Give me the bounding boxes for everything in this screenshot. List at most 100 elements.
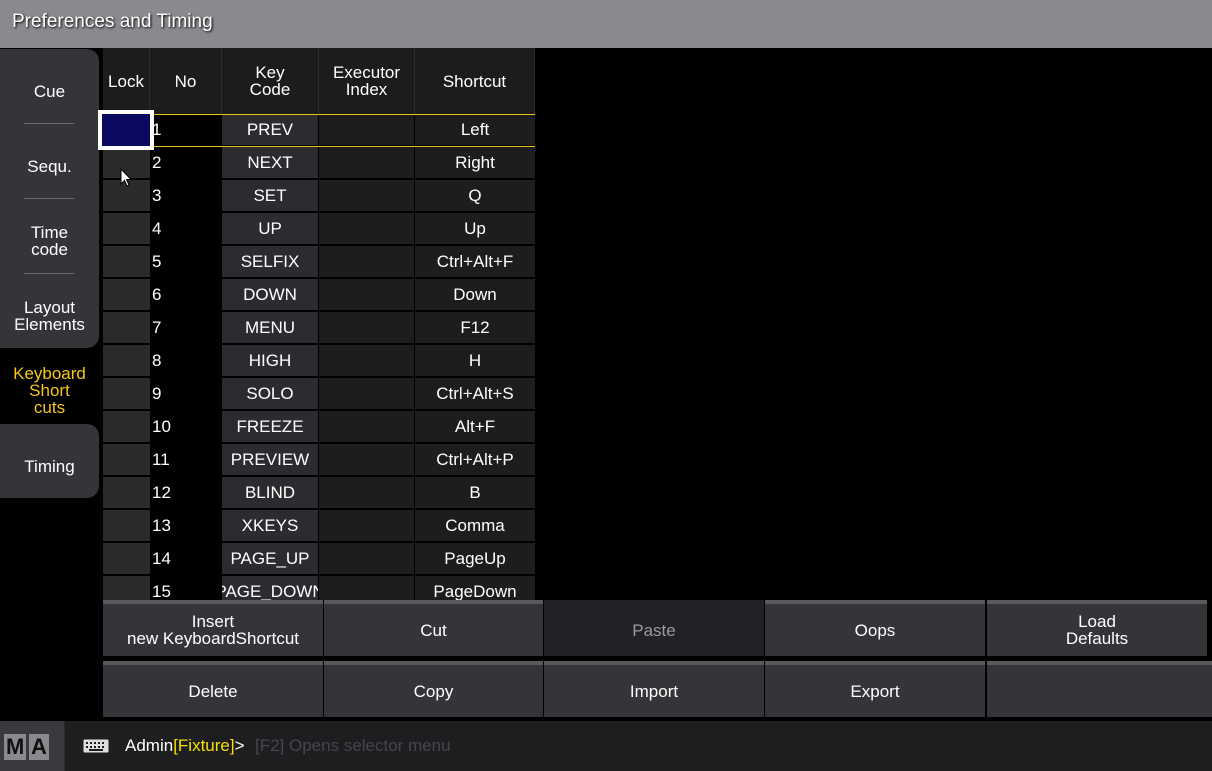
table-row[interactable]: 13 XKEYS Comma: [103, 510, 535, 543]
shortcut-cell[interactable]: Ctrl+Alt+F: [415, 246, 535, 278]
shortcut-cell[interactable]: Right: [415, 147, 535, 179]
shortcut-cell[interactable]: F12: [415, 312, 535, 344]
key-code-cell[interactable]: SELFIX: [222, 246, 318, 278]
sidebar-item-keyboard-shortcuts[interactable]: Keyboard Short cuts: [0, 360, 99, 420]
lock-cell[interactable]: [103, 576, 150, 600]
executor-index-cell[interactable]: [319, 444, 414, 476]
no-cell[interactable]: 12: [150, 477, 222, 509]
shortcut-cell[interactable]: Ctrl+Alt+P: [415, 444, 535, 476]
shortcut-cell[interactable]: Ctrl+Alt+S: [415, 378, 535, 410]
no-cell[interactable]: 7: [150, 312, 222, 344]
no-cell[interactable]: 13: [150, 510, 222, 542]
shortcut-cell[interactable]: B: [415, 477, 535, 509]
executor-index-cell[interactable]: [319, 576, 414, 600]
key-code-cell[interactable]: PREVIEW: [222, 444, 318, 476]
column-header-lock[interactable]: Lock: [103, 48, 150, 114]
insert-shortcut-button[interactable]: Insert new KeyboardShortcut: [103, 600, 323, 656]
command-input[interactable]: Admin[Fixture]> [F2] Opens selector menu: [65, 721, 1212, 771]
no-cell[interactable]: 5: [150, 246, 222, 278]
shortcut-cell[interactable]: Alt+F: [415, 411, 535, 443]
shortcut-cell[interactable]: PageUp: [415, 543, 535, 575]
sidebar-item-cue[interactable]: Cue: [0, 66, 99, 116]
executor-index-cell[interactable]: [319, 510, 414, 542]
lock-cell[interactable]: [103, 411, 150, 443]
column-header-key-code[interactable]: Key Code: [222, 48, 319, 114]
sidebar-item-layout-elements[interactable]: Layout Elements: [0, 291, 99, 341]
paste-button[interactable]: Paste: [544, 600, 764, 656]
lock-cell[interactable]: [103, 378, 150, 410]
executor-index-cell[interactable]: [319, 378, 414, 410]
table-row[interactable]: 6 DOWN Down: [103, 279, 535, 312]
table-row[interactable]: 10 FREEZE Alt+F: [103, 411, 535, 444]
shortcut-cell[interactable]: Q: [415, 180, 535, 212]
lock-cell-focus[interactable]: [98, 110, 154, 150]
no-cell[interactable]: 1: [150, 114, 222, 146]
table-row[interactable]: 5 SELFIX Ctrl+Alt+F: [103, 246, 535, 279]
no-cell[interactable]: 15: [150, 576, 222, 600]
no-cell[interactable]: 6: [150, 279, 222, 311]
table-row[interactable]: 4 UP Up: [103, 213, 535, 246]
executor-index-cell[interactable]: [319, 213, 414, 245]
no-cell[interactable]: 14: [150, 543, 222, 575]
lock-cell[interactable]: [103, 279, 150, 311]
shortcut-cell[interactable]: Up: [415, 213, 535, 245]
oops-button[interactable]: Oops: [765, 600, 985, 656]
shortcut-cell[interactable]: PageDown: [415, 576, 535, 600]
no-cell[interactable]: 3: [150, 180, 222, 212]
executor-index-cell[interactable]: [319, 345, 414, 377]
table-row[interactable]: 11 PREVIEW Ctrl+Alt+P: [103, 444, 535, 477]
key-code-cell[interactable]: NEXT: [222, 147, 318, 179]
executor-index-cell[interactable]: [319, 279, 414, 311]
load-defaults-button[interactable]: Load Defaults: [987, 600, 1207, 656]
shortcut-cell[interactable]: Comma: [415, 510, 535, 542]
key-code-cell[interactable]: MENU: [222, 312, 318, 344]
lock-cell[interactable]: [103, 213, 150, 245]
sidebar-item-sequ[interactable]: Sequ.: [0, 141, 99, 191]
sidebar-item-timecode[interactable]: Time code: [0, 216, 99, 266]
lock-cell[interactable]: [103, 312, 150, 344]
key-code-cell[interactable]: PAGE_UP: [222, 543, 318, 575]
key-code-cell[interactable]: FREEZE: [222, 411, 318, 443]
no-cell[interactable]: 4: [150, 213, 222, 245]
key-code-cell[interactable]: SET: [222, 180, 318, 212]
lock-cell[interactable]: [103, 345, 150, 377]
no-cell[interactable]: 2: [150, 147, 222, 179]
key-code-cell[interactable]: PREV: [222, 114, 318, 146]
executor-index-cell[interactable]: [319, 147, 414, 179]
key-code-cell[interactable]: PAGE_DOWN: [222, 576, 318, 600]
lock-cell[interactable]: [103, 477, 150, 509]
delete-button[interactable]: Delete: [103, 661, 323, 717]
table-row[interactable]: 8 HIGH H: [103, 345, 535, 378]
table-row[interactable]: 9 SOLO Ctrl+Alt+S: [103, 378, 535, 411]
shortcut-cell[interactable]: H: [415, 345, 535, 377]
no-cell[interactable]: 11: [150, 444, 222, 476]
shortcut-cell[interactable]: Left: [415, 114, 535, 146]
lock-cell[interactable]: [103, 543, 150, 575]
table-row[interactable]: 1 PREV Left: [103, 114, 535, 147]
key-code-cell[interactable]: UP: [222, 213, 318, 245]
column-header-no[interactable]: No: [150, 48, 222, 114]
key-code-cell[interactable]: XKEYS: [222, 510, 318, 542]
lock-cell[interactable]: [103, 444, 150, 476]
executor-index-cell[interactable]: [319, 114, 414, 146]
executor-index-cell[interactable]: [319, 477, 414, 509]
column-header-executor-index[interactable]: Executor Index: [319, 48, 415, 114]
shortcut-cell[interactable]: Down: [415, 279, 535, 311]
lock-cell[interactable]: [103, 510, 150, 542]
key-code-cell[interactable]: HIGH: [222, 345, 318, 377]
key-code-cell[interactable]: DOWN: [222, 279, 318, 311]
table-row[interactable]: 3 SET Q: [103, 180, 535, 213]
key-code-cell[interactable]: SOLO: [222, 378, 318, 410]
executor-index-cell[interactable]: [319, 543, 414, 575]
table-row[interactable]: 15PAGE_DOWN PageDown: [103, 576, 535, 600]
export-button[interactable]: Export: [765, 661, 985, 717]
import-button[interactable]: Import: [544, 661, 764, 717]
keyboard-icon[interactable]: [83, 739, 109, 753]
executor-index-cell[interactable]: [319, 180, 414, 212]
executor-index-cell[interactable]: [319, 312, 414, 344]
copy-button[interactable]: Copy: [324, 661, 543, 717]
sidebar-item-timing[interactable]: Timing: [0, 441, 99, 491]
column-header-shortcut[interactable]: Shortcut: [415, 48, 535, 114]
table-row[interactable]: 2 NEXT Right: [103, 147, 535, 180]
no-cell[interactable]: 10: [150, 411, 222, 443]
